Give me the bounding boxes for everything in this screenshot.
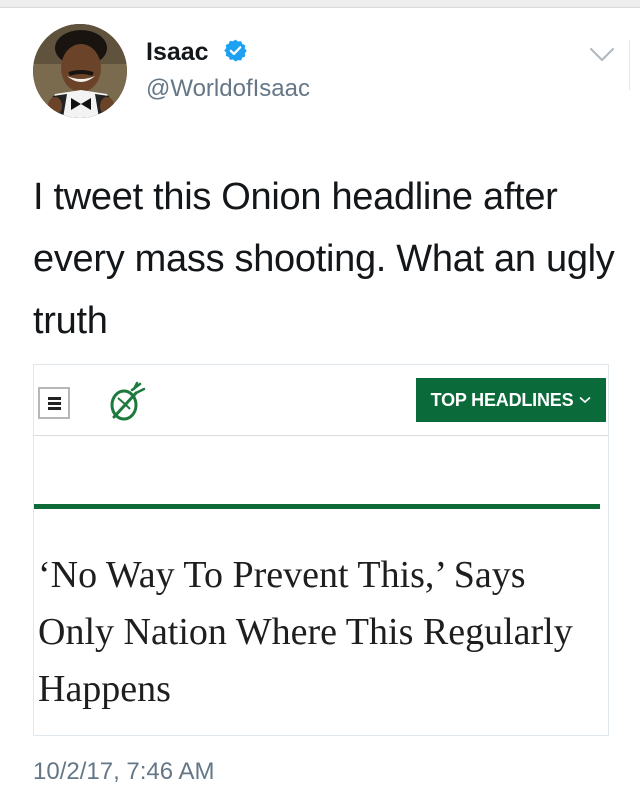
top-headlines-label: TOP HEADLINES (430, 389, 574, 410)
chevron-down-icon[interactable] (589, 46, 615, 64)
chevron-down-icon (579, 396, 591, 404)
onion-logo-icon[interactable] (104, 381, 146, 423)
user-handle[interactable]: @WorldofIsaac (146, 75, 310, 103)
link-card[interactable]: TOP HEADLINES ‘No Way To Prevent This,’ … (33, 364, 609, 736)
tweet-text: I tweet this Onion headline after every … (33, 176, 615, 342)
verified-badge-icon (224, 39, 247, 62)
top-headlines-button[interactable]: TOP HEADLINES (416, 378, 606, 422)
avatar[interactable] (33, 24, 127, 118)
display-name[interactable]: Isaac (146, 38, 209, 67)
article-headline[interactable]: ‘No Way To Prevent This,’ Says Only Nati… (38, 547, 598, 718)
top-divider (0, 0, 640, 8)
hamburger-menu-icon[interactable] (38, 387, 70, 419)
scroll-edge (629, 40, 630, 90)
headline-divider (34, 504, 600, 509)
card-header: TOP HEADLINES (34, 365, 608, 436)
avatar-image (33, 24, 127, 118)
tweet-timestamp[interactable]: 10/2/17, 7:46 AM (33, 758, 214, 786)
